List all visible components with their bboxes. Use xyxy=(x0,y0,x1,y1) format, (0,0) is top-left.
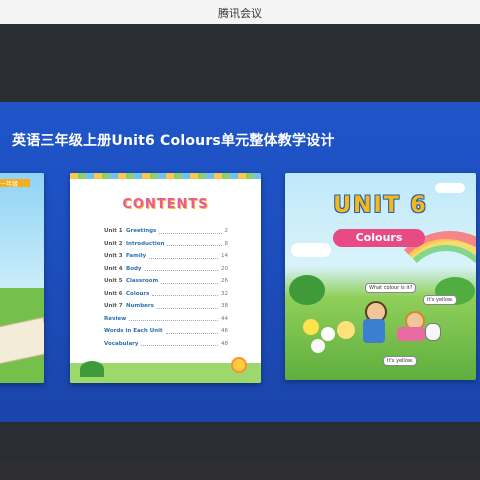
textbook-contents-page: CONTENTS Unit 1 Greetings 2 Unit 2 Introduct… xyxy=(70,173,261,383)
toc-page-number: 14 xyxy=(221,253,228,260)
girl-character-body xyxy=(397,327,425,341)
speech-bubble: What colour is it? xyxy=(365,283,417,293)
toc-leader-dots xyxy=(149,254,218,259)
toc-leader-dots xyxy=(152,291,218,297)
toc-leader-dots xyxy=(165,329,218,334)
toc-leader-dots xyxy=(129,316,218,322)
toc-page-number: 44 xyxy=(221,315,228,322)
speech-bubble: It's yellow. xyxy=(383,356,418,366)
cloud xyxy=(435,183,465,193)
window-title: 腾讯会议 xyxy=(218,7,262,20)
toc-unit-label: Unit 1 xyxy=(104,228,123,235)
toc-unit-name: Body xyxy=(126,265,142,272)
toc-row: Vocabulary 48 xyxy=(104,338,228,351)
unit-subtitle: Colours xyxy=(333,229,425,247)
flower xyxy=(303,319,319,335)
toc-unit-label: Unit 7 xyxy=(104,303,123,310)
toc-unit-name: Colours xyxy=(126,290,150,297)
toc-unit-label: Unit 5 xyxy=(104,278,123,285)
window-titlebar: 腾讯会议 xyxy=(0,0,480,25)
toc-unit-name: Words in Each Unit xyxy=(104,328,163,335)
toc-leader-dots xyxy=(156,304,218,309)
flower xyxy=(311,339,325,353)
tree-illustration xyxy=(289,275,325,305)
decorative-stripe xyxy=(70,173,261,179)
toc-page-number: 26 xyxy=(221,278,228,285)
toc-row: Unit 1 Greetings 2 xyxy=(104,225,228,238)
shared-screen-area: 英语三年级上册Unit6 Colours单元整体教学设计 一年级 CONTENT… xyxy=(0,24,480,460)
toc-unit-name: Greetings xyxy=(126,228,157,235)
toc-leader-dots xyxy=(144,266,218,272)
toc-unit-name: Vocabulary xyxy=(104,340,139,347)
table-of-contents: Unit 1 Greetings 2 Unit 2 Introduction 8 Unit … xyxy=(104,225,228,350)
toc-row: Unit 5 Classroom 26 xyxy=(104,275,228,288)
presentation-slide: 英语三年级上册Unit6 Colours单元整体教学设计 一年级 CONTENT… xyxy=(0,102,480,422)
textbook-unit6-cover: UNIT 6 Colours What colour is it? It's y… xyxy=(285,173,476,380)
sky xyxy=(0,173,44,293)
toc-leader-dots xyxy=(159,229,222,234)
toc-unit-name: Review xyxy=(104,315,127,322)
speech-bubble: It's yellow. xyxy=(423,295,458,305)
flower xyxy=(337,321,355,339)
flowers-illustration xyxy=(303,319,363,359)
toc-page-number: 32 xyxy=(221,290,228,297)
toc-unit-label: Unit 2 xyxy=(104,240,123,247)
toc-row: Words in Each Unit 46 xyxy=(104,325,228,338)
unit-heading: UNIT 6 xyxy=(333,193,428,218)
toc-row: Unit 7 Numbers 38 xyxy=(104,300,228,313)
toc-page-number: 20 xyxy=(221,265,228,272)
toc-unit-label: Unit 4 xyxy=(104,265,123,272)
toc-unit-name: Introduction xyxy=(126,240,165,247)
toc-row: Unit 2 Introduction 8 xyxy=(104,238,228,251)
toc-row: Unit 3 Family 14 xyxy=(104,250,228,263)
toc-row: Unit 4 Body 20 xyxy=(104,263,228,276)
meeting-bottom-bar xyxy=(0,460,480,480)
toc-page-number: 2 xyxy=(224,228,229,235)
slide-title: 英语三年级上册Unit6 Colours单元整体教学设计 xyxy=(12,133,335,149)
toc-unit-name: Family xyxy=(126,253,147,260)
toc-row: Review 44 xyxy=(104,313,228,326)
cloud xyxy=(291,243,331,257)
flower xyxy=(321,327,335,341)
toc-page-number: 38 xyxy=(221,303,228,310)
toc-leader-dots xyxy=(141,341,218,347)
toc-page-number: 48 xyxy=(221,340,228,347)
toc-unit-name: Numbers xyxy=(126,303,154,310)
contents-heading-text: CONTENTS xyxy=(122,197,209,212)
boy-character-body xyxy=(363,319,385,343)
dog-character xyxy=(425,323,441,341)
plant-illustration xyxy=(80,361,104,377)
textbook-cover-left: 一年级 xyxy=(0,173,44,383)
toc-page-number: 46 xyxy=(221,328,228,335)
toc-unit-label: Unit 3 xyxy=(104,253,123,260)
toc-row: Unit 6 Colours 32 xyxy=(104,288,228,301)
toc-leader-dots xyxy=(161,279,218,284)
toc-leader-dots xyxy=(167,241,222,247)
grade-tag: 一年级 xyxy=(0,179,30,188)
flower-illustration xyxy=(231,357,247,373)
toc-page-number: 8 xyxy=(224,240,229,247)
toc-unit-label: Unit 6 xyxy=(104,290,123,297)
contents-heading: CONTENTS xyxy=(70,197,261,212)
toc-unit-name: Classroom xyxy=(126,278,159,285)
